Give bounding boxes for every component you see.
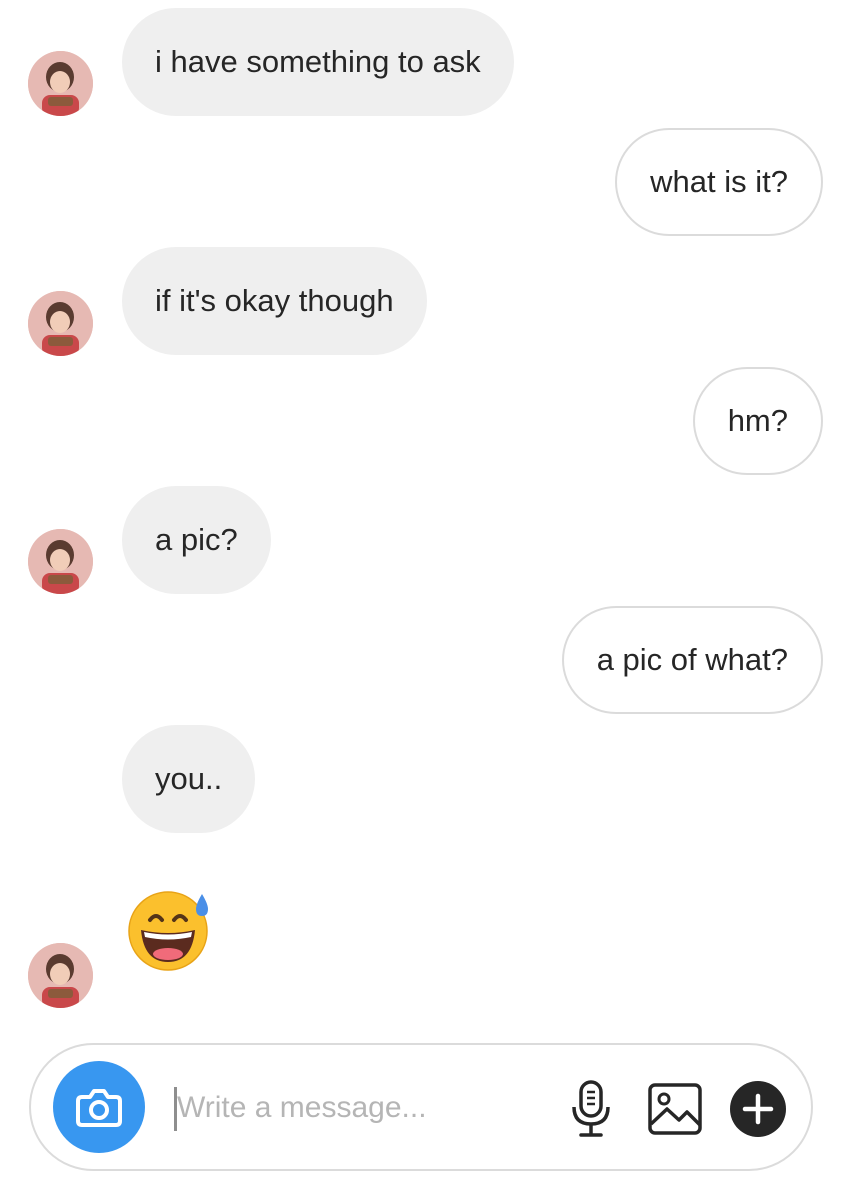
camera-button[interactable] — [53, 1061, 145, 1153]
incoming-message: if it's okay though — [122, 247, 427, 355]
gallery-button[interactable] — [645, 1079, 705, 1139]
outgoing-message: hm? — [692, 367, 823, 475]
avatar[interactable] — [28, 291, 93, 356]
message-text: you.. — [155, 761, 223, 796]
message-text: a pic? — [155, 522, 238, 557]
microphone-button[interactable] — [561, 1079, 621, 1139]
message-input[interactable] — [177, 1077, 557, 1139]
outgoing-message: what is it? — [615, 128, 823, 236]
camera-icon — [76, 1089, 122, 1127]
microphone-icon — [572, 1080, 610, 1137]
incoming-message: you.. — [122, 725, 256, 833]
avatar[interactable] — [28, 943, 93, 1008]
avatar[interactable] — [28, 51, 93, 116]
emoji-message — [126, 890, 216, 974]
avatar[interactable] — [28, 529, 93, 594]
plus-icon — [730, 1081, 786, 1137]
message-text: a pic of what? — [596, 642, 788, 677]
more-options-button[interactable] — [728, 1079, 788, 1139]
message-text: what is it? — [650, 164, 788, 199]
incoming-message: i have something to ask — [122, 8, 514, 116]
incoming-message: a pic? — [122, 486, 271, 594]
image-gallery-icon — [648, 1083, 702, 1135]
message-text: hm? — [727, 403, 788, 438]
message-composer — [29, 1043, 813, 1171]
message-text: if it's okay though — [155, 283, 394, 318]
grinning-face-with-sweat-icon — [128, 891, 208, 971]
outgoing-message: a pic of what? — [561, 606, 823, 714]
message-text: i have something to ask — [155, 44, 481, 79]
